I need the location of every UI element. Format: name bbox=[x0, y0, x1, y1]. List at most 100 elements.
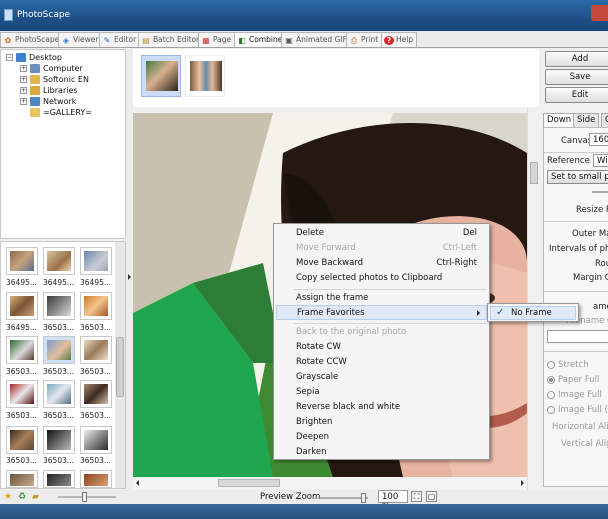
menu-item-deepen[interactable]: Deepen bbox=[276, 430, 487, 445]
gallery-scrollbar[interactable] bbox=[115, 242, 125, 488]
gallery-thumb[interactable] bbox=[6, 247, 38, 275]
gallery-thumb[interactable] bbox=[6, 380, 38, 408]
strip-photo[interactable] bbox=[185, 55, 225, 97]
left-splitter[interactable] bbox=[126, 49, 133, 490]
menu-item-assign-frame[interactable]: Assign the frame bbox=[276, 291, 487, 306]
expand-icon[interactable]: + bbox=[20, 65, 27, 72]
close-window-button[interactable] bbox=[591, 5, 608, 21]
gallery-thumb[interactable] bbox=[43, 380, 75, 408]
tab-editor[interactable]: ✎ Editor bbox=[99, 32, 141, 47]
gallery-thumb[interactable] bbox=[43, 470, 75, 488]
gallery-thumb[interactable] bbox=[6, 426, 38, 454]
menu-separator bbox=[294, 323, 487, 324]
scroll-right-arrow-icon[interactable] bbox=[521, 480, 524, 486]
expand-icon[interactable]: + bbox=[20, 87, 27, 94]
menu-item-grayscale[interactable]: Grayscale bbox=[276, 370, 487, 385]
photo-thumbnail bbox=[10, 296, 34, 316]
divider bbox=[544, 152, 608, 153]
save-button[interactable]: Save bbox=[545, 69, 608, 85]
gallery-thumb[interactable] bbox=[80, 292, 112, 320]
strip-photo-selected[interactable] bbox=[141, 55, 181, 97]
star-icon[interactable]: ★ bbox=[4, 492, 14, 502]
tab-side[interactable]: Side bbox=[573, 113, 600, 127]
gallery-thumb[interactable] bbox=[80, 470, 112, 488]
scrollbar-thumb[interactable] bbox=[218, 479, 280, 487]
menu-item-move-backward[interactable]: Move Backward Ctrl-Right bbox=[276, 256, 487, 271]
preview-vertical-scrollbar[interactable] bbox=[527, 107, 539, 490]
folder-icon[interactable]: ▰ bbox=[32, 492, 42, 502]
outer-margin-label: Outer Mar bbox=[572, 229, 608, 239]
tab-viewer[interactable]: ◈ Viewer bbox=[58, 32, 103, 47]
expand-icon[interactable]: + bbox=[20, 76, 27, 83]
tab-animated-gif[interactable]: ▣ Animated GIF bbox=[281, 32, 351, 47]
main-tab-bar: ✿ PhotoScape ◈ Viewer ✎ Editor ▤ Batch Edito… bbox=[0, 31, 608, 48]
combine-settings-panel: Down Side C Canvas 160 Reference Wi Set … bbox=[540, 110, 608, 490]
preview-zoom-slider[interactable] bbox=[320, 493, 368, 503]
photo-thumbnail bbox=[10, 251, 34, 271]
photo-thumbnail bbox=[84, 474, 108, 486]
image-full-no-radio[interactable] bbox=[547, 406, 555, 414]
preview-horizontal-scrollbar[interactable] bbox=[133, 477, 527, 489]
canvas-width-field[interactable]: 160 bbox=[589, 133, 608, 146]
reference-label: Reference bbox=[547, 156, 590, 166]
stretch-radio[interactable] bbox=[547, 361, 555, 369]
thumb-label: 36503... bbox=[6, 367, 38, 376]
scrollbar-thumb[interactable] bbox=[530, 162, 538, 184]
divider bbox=[544, 291, 608, 292]
menu-item-delete[interactable]: Delete Del bbox=[276, 226, 487, 241]
slider-handle[interactable] bbox=[82, 492, 87, 502]
gallery-thumb[interactable] bbox=[80, 380, 112, 408]
menu-item-brighten[interactable]: Brighten bbox=[276, 415, 487, 430]
image-full-radio[interactable] bbox=[547, 391, 555, 399]
tab-down[interactable]: Down bbox=[543, 113, 576, 128]
menu-item-rotate-ccw[interactable]: Rotate CCW bbox=[276, 355, 487, 370]
collapse-arrow-icon[interactable] bbox=[128, 274, 131, 280]
gallery-thumb[interactable] bbox=[43, 292, 75, 320]
edit-button[interactable]: Edit bbox=[545, 87, 608, 103]
gallery-thumb[interactable] bbox=[43, 426, 75, 454]
recycle-icon[interactable]: ♻ bbox=[18, 492, 28, 502]
fit-to-window-icon[interactable]: ⛶ bbox=[411, 491, 422, 502]
tab-photoscape[interactable]: ✿ PhotoScape bbox=[0, 32, 64, 47]
gallery-thumb[interactable] bbox=[80, 336, 112, 364]
menu-item-back-to-original[interactable]: Back to the original photo bbox=[276, 325, 487, 340]
gallery-thumb[interactable] bbox=[6, 336, 38, 364]
gallery-thumb[interactable] bbox=[80, 426, 112, 454]
gallery-thumb-selected[interactable] bbox=[43, 336, 75, 364]
tab-print[interactable]: ⎙ Print bbox=[346, 32, 383, 47]
photo-thumbnail bbox=[47, 430, 71, 450]
slider-handle[interactable] bbox=[361, 493, 366, 503]
gallery-thumb[interactable] bbox=[6, 470, 38, 488]
submenu-item-no-frame[interactable]: ✓ No Frame bbox=[490, 306, 576, 320]
collapse-icon[interactable]: − bbox=[6, 54, 13, 61]
add-button[interactable]: Add bbox=[545, 51, 608, 67]
set-to-small-photo-button[interactable]: Set to small pho bbox=[547, 170, 608, 184]
actual-size-icon[interactable]: ▢ bbox=[426, 491, 437, 502]
photo-thumbnail bbox=[84, 384, 108, 404]
thumbnail-size-slider[interactable] bbox=[58, 492, 116, 502]
gallery-thumb[interactable] bbox=[6, 292, 38, 320]
menu-item-sepia[interactable]: Sepia bbox=[276, 385, 487, 400]
scrollbar-thumb[interactable] bbox=[116, 337, 124, 397]
tab-page[interactable]: ▦ Page bbox=[198, 32, 236, 47]
thumb-label: 36503... bbox=[43, 411, 75, 420]
paper-full-radio[interactable] bbox=[547, 376, 555, 384]
menu-item-rotate-cw[interactable]: Rotate CW bbox=[276, 340, 487, 355]
filename-field[interactable] bbox=[547, 330, 608, 343]
menu-item-move-forward[interactable]: Move Forward Ctrl-Left bbox=[276, 241, 487, 256]
gallery-thumb[interactable] bbox=[43, 247, 75, 275]
menu-item-reverse-black-white[interactable]: Reverse black and white bbox=[276, 400, 487, 415]
menu-item-copy-to-clipboard[interactable]: Copy selected photos to Clipboard bbox=[276, 271, 487, 286]
menu-item-darken[interactable]: Darken bbox=[276, 445, 487, 460]
reference-select[interactable]: Wi bbox=[593, 154, 608, 167]
tab-batch-editor[interactable]: ▤ Batch Editor bbox=[138, 32, 204, 47]
divider bbox=[544, 351, 608, 352]
tab-help[interactable]: ? Help bbox=[381, 32, 418, 47]
expand-icon[interactable]: + bbox=[20, 98, 27, 105]
scroll-left-arrow-icon[interactable] bbox=[136, 480, 139, 486]
tab-combine[interactable]: ◧ Combine bbox=[234, 32, 287, 47]
menu-item-frame-favorites[interactable]: Frame Favorites bbox=[276, 305, 487, 320]
resize-slider[interactable] bbox=[592, 191, 608, 193]
gallery-thumb[interactable] bbox=[80, 247, 112, 275]
tab-checkerboard[interactable]: C bbox=[601, 113, 608, 127]
